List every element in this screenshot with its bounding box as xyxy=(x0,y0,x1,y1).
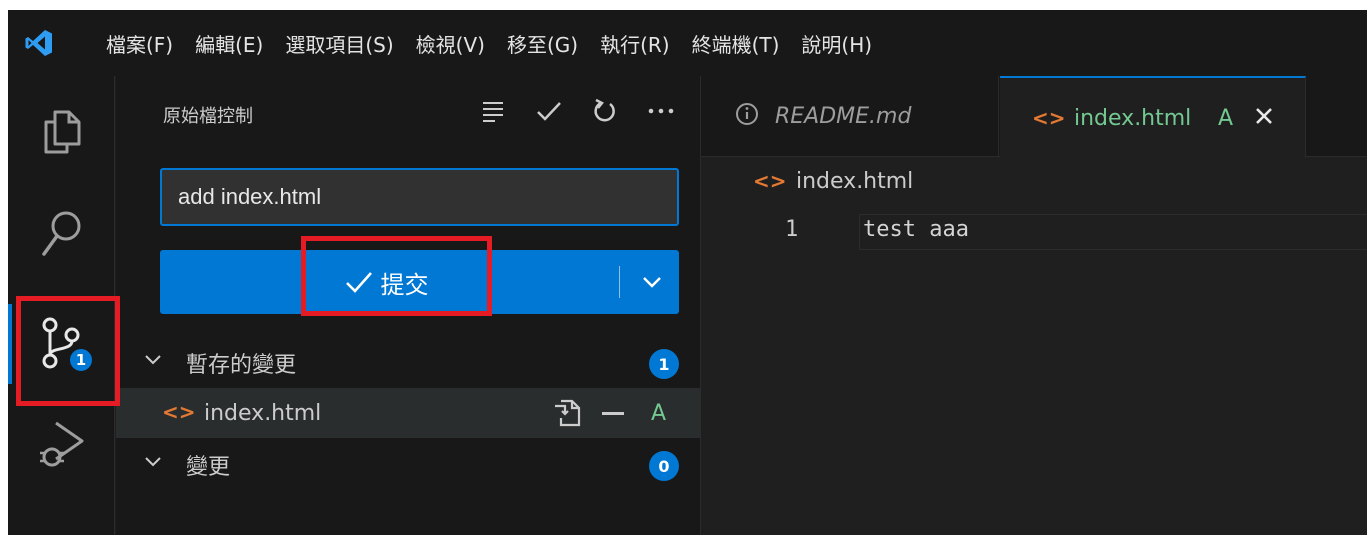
list-item[interactable]: <> index.html A xyxy=(116,388,701,438)
menu-terminal[interactable]: 終端機(T) xyxy=(681,10,791,76)
menu-go[interactable]: 移至(G) xyxy=(496,10,589,76)
menu-edit[interactable]: 編輯(E) xyxy=(184,10,274,76)
staged-count-badge: 1 xyxy=(649,349,679,379)
staged-changes-header[interactable]: 暫存的變更 1 xyxy=(116,338,701,388)
search-icon xyxy=(41,211,80,256)
info-icon xyxy=(736,103,758,125)
more-actions-icon[interactable] xyxy=(646,96,676,126)
code-line[interactable]: 1 test aaa xyxy=(701,214,1367,250)
files-icon xyxy=(44,110,80,154)
tab-readme[interactable]: README.md xyxy=(701,76,999,157)
chevron-down-icon xyxy=(145,457,161,467)
editor-area: README.md <> index.html A <> index.html … xyxy=(701,76,1367,535)
menu-file[interactable]: 檔案(F) xyxy=(70,10,184,76)
open-file-icon[interactable] xyxy=(553,398,583,428)
unstage-icon[interactable] xyxy=(602,412,624,415)
tab-status: A xyxy=(1218,105,1234,131)
run-debug-activity[interactable] xyxy=(8,398,115,490)
menu-view[interactable]: 檢視(V) xyxy=(405,10,496,76)
run-debug-icon xyxy=(39,421,83,467)
source-control-panel: 原始檔控制 add index.html 提交 暫存的變更 1 <> index… xyxy=(116,76,701,535)
refresh-icon[interactable] xyxy=(590,96,620,126)
line-number: 1 xyxy=(785,217,799,242)
activity-bar: 1 xyxy=(8,76,115,535)
commit-button[interactable]: 提交 xyxy=(160,250,613,314)
search-activity[interactable] xyxy=(8,188,115,280)
commit-dropdown-button[interactable] xyxy=(625,250,679,314)
staged-changes-label: 暫存的變更 xyxy=(186,353,297,378)
menu-selection[interactable]: 選取項目(S) xyxy=(274,10,404,76)
code-text[interactable]: test aaa xyxy=(863,217,969,242)
vscode-window: 檔案(F) 編輯(E) 選取項目(S) 檢視(V) 移至(G) 執行(R) 終端… xyxy=(8,10,1367,535)
menu-run[interactable]: 執行(R) xyxy=(589,10,681,76)
commit-message-input[interactable]: add index.html xyxy=(160,168,679,226)
file-status: A xyxy=(651,400,667,426)
file-name: index.html xyxy=(204,400,322,426)
html-file-icon: <> xyxy=(1032,106,1066,130)
html-file-icon: <> xyxy=(162,400,196,424)
menu-help[interactable]: 說明(H) xyxy=(790,10,883,76)
tab-index-html[interactable]: <> index.html A xyxy=(1000,76,1306,158)
panel-title: 原始檔控制 xyxy=(163,106,253,127)
panel-actions xyxy=(478,96,676,126)
vscode-logo-icon xyxy=(8,10,70,76)
source-control-activity[interactable]: 1 xyxy=(8,298,115,390)
commit-button-group: 提交 xyxy=(160,250,679,314)
chevron-down-icon xyxy=(643,277,661,288)
tab-label: README.md xyxy=(775,104,912,129)
editor-tabs: README.md <> index.html A xyxy=(701,76,1367,158)
breadcrumb: <> index.html xyxy=(701,157,1367,205)
commit-check-icon[interactable] xyxy=(534,96,564,126)
changes-header[interactable]: 變更 0 xyxy=(116,440,701,490)
panel-header: 原始檔控制 xyxy=(116,76,700,148)
html-file-icon: <> xyxy=(753,169,787,193)
explorer-activity[interactable] xyxy=(8,86,115,178)
source-control-badge: 1 xyxy=(68,347,94,373)
changes-label: 變更 xyxy=(186,455,231,480)
breadcrumb-file[interactable]: index.html xyxy=(796,169,913,194)
commit-button-label: 提交 xyxy=(380,270,429,299)
close-icon[interactable] xyxy=(1254,106,1274,126)
commit-divider xyxy=(619,266,620,298)
menu-bar: 檔案(F) 編輯(E) 選取項目(S) 檢視(V) 移至(G) 執行(R) 終端… xyxy=(70,10,883,76)
view-as-tree-icon[interactable] xyxy=(478,96,508,126)
check-icon xyxy=(345,272,372,293)
title-bar: 檔案(F) 編輯(E) 選取項目(S) 檢視(V) 移至(G) 執行(R) 終端… xyxy=(8,10,1367,76)
chevron-down-icon xyxy=(145,355,161,365)
changes-count-badge: 0 xyxy=(649,451,679,481)
tab-label: index.html xyxy=(1074,105,1192,131)
